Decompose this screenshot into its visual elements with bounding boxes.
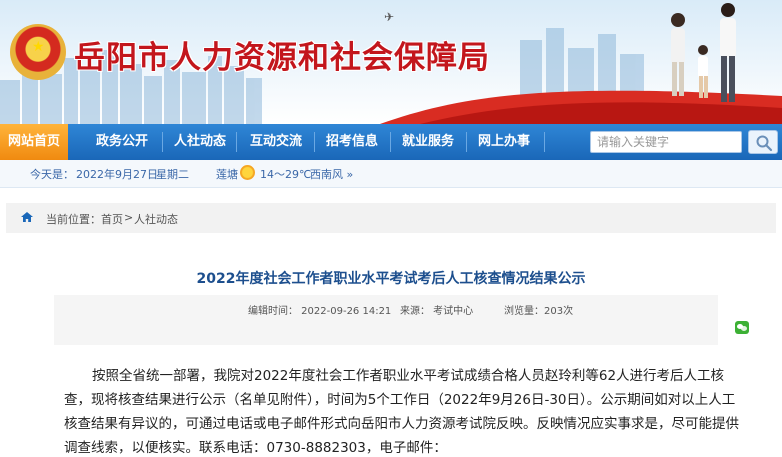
nav-item-employment[interactable]: 就业服务 <box>388 124 468 160</box>
nav-item-home[interactable]: 网站首页 <box>0 124 68 160</box>
breadcrumb-separator: > <box>124 211 134 224</box>
national-emblem-icon: ★ <box>10 24 66 80</box>
article-body: 按照全省统一部署，我院对2022年度社会工作者职业水平考试成绩合格人员赵玲利等6… <box>64 364 744 457</box>
header-banner: ✈ ★ 岳阳市人力资源和社会保障局 <box>0 0 782 124</box>
breadcrumb-label: 当前位置： <box>46 213 101 226</box>
edit-time: 编辑时间： 2022-09-26 14:21 <box>248 306 392 317</box>
breadcrumb-home-link[interactable]: 首页 <box>101 211 123 227</box>
nav-item-online-service[interactable]: 网上办事 <box>464 124 544 160</box>
wind-direction[interactable]: 西南风 » <box>310 166 353 182</box>
sun-icon <box>240 165 255 180</box>
current-date: 2022年9月27日 <box>76 168 158 181</box>
wechat-share-icon[interactable] <box>735 321 749 334</box>
airplane-icon: ✈ <box>384 10 395 24</box>
weather-city: 莲塘 <box>216 168 238 181</box>
article-meta: 编辑时间： 2022-09-26 14:21 来源： 考试中心 浏览量：203次 <box>54 295 718 345</box>
nav-item-news[interactable]: 人社动态 <box>160 124 240 160</box>
site-title: 岳阳市人力资源和社会保障局 <box>74 40 490 76</box>
search-button[interactable] <box>748 130 778 154</box>
nav-item-exam-info[interactable]: 招考信息 <box>312 124 392 160</box>
temperature: 14～29℃ <box>260 168 312 181</box>
today-label: 今天是： <box>30 168 74 181</box>
nav-divider <box>544 132 545 152</box>
nav-item-gov-affairs[interactable]: 政务公开 <box>82 124 162 160</box>
nav-item-interaction[interactable]: 互动交流 <box>236 124 316 160</box>
info-bar: 今天是： 2022年9月27日 星期二 莲塘 14～29℃ 西南风 » <box>0 160 782 188</box>
breadcrumb: 当前位置： 首页 > 人社动态 <box>6 203 776 233</box>
article-source: 来源： 考试中心 <box>400 306 474 317</box>
view-count: 浏览量：203次 <box>504 306 574 317</box>
search-input[interactable]: 请输入关键字 <box>590 131 742 153</box>
article-title: 2022年度社会工作者职业水平考试考后人工核查情况结果公示 <box>196 271 586 287</box>
article-paragraph: 按照全省统一部署，我院对2022年度社会工作者职业水平考试成绩合格人员赵玲利等6… <box>64 368 739 456</box>
search-icon <box>756 135 773 152</box>
breadcrumb-current[interactable]: 人社动态 <box>134 211 178 227</box>
weekday: 星期二 <box>156 168 189 181</box>
home-icon <box>21 212 33 222</box>
family-figures <box>671 3 736 102</box>
